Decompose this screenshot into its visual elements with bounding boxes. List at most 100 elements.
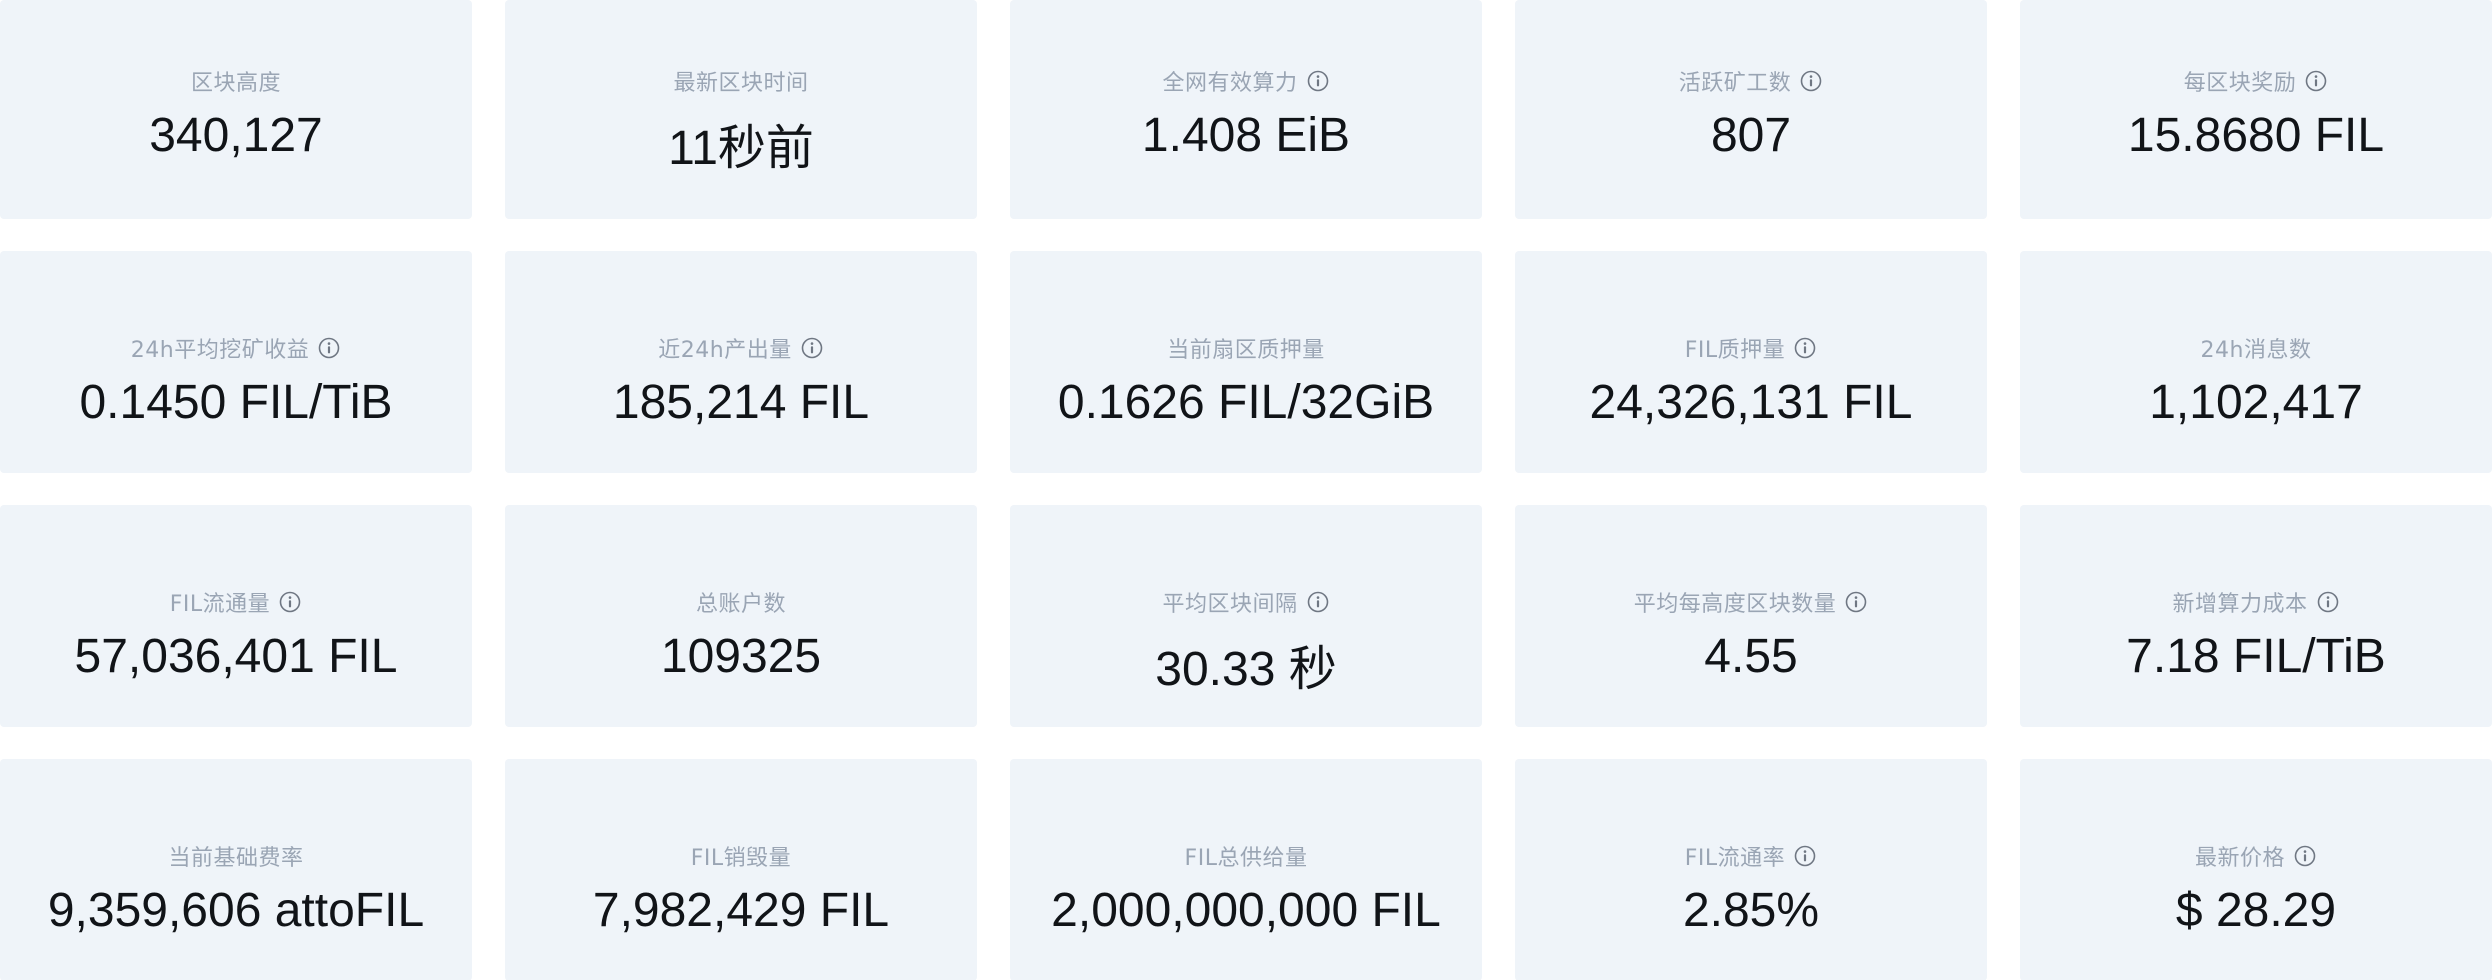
stat-label: FIL销毁量 — [690, 846, 792, 871]
stat-label-row: 新增算力成本 — [2172, 587, 2339, 617]
info-icon[interactable] — [1306, 590, 1330, 614]
stat-card-content: 近24h产出量 185,214 FIL — [613, 251, 869, 430]
info-icon[interactable] — [2304, 69, 2328, 93]
stat-card: 全网有效算力 1.408 EiB — [1010, 0, 1482, 219]
stat-value: 7,982,429 FIL — [592, 884, 890, 937]
stat-card: 活跃矿工数 807 — [1515, 0, 1987, 219]
info-icon[interactable] — [278, 590, 302, 614]
stat-label-row: 24h消息数 — [2201, 333, 2312, 363]
stat-label: FIL流通率 — [1684, 846, 1786, 871]
stat-value: $ 28.29 — [2175, 884, 2337, 937]
stat-value: 9,359,606 attoFIL — [47, 884, 425, 937]
stat-value: 109325 — [660, 630, 822, 683]
stat-card: 24h消息数 1,102,417 — [2020, 251, 2492, 473]
stat-label: 最新区块时间 — [673, 71, 809, 96]
stat-value: 2,000,000,000 FIL — [1051, 884, 1441, 937]
stat-label: FIL质押量 — [1684, 338, 1786, 363]
stat-card: 新增算力成本 7.18 FIL/TiB — [2020, 505, 2492, 727]
stat-value: 807 — [1710, 109, 1792, 162]
stat-label-row: 近24h产出量 — [658, 333, 823, 363]
stat-label: 每区块奖励 — [2183, 71, 2297, 96]
info-icon[interactable] — [1306, 69, 1330, 93]
stat-card-content: 区块高度 340,127 — [149, 0, 323, 163]
stat-label: 活跃矿工数 — [1678, 71, 1792, 96]
stat-card-content: FIL流通量 57,036,401 FIL — [74, 505, 398, 684]
stat-label: 24h消息数 — [2200, 338, 2312, 363]
stat-value: 340,127 — [149, 109, 323, 162]
stat-label-row: 24h平均挖矿收益 — [131, 333, 341, 363]
stat-value: 0.1626 FIL/32GiB — [1057, 376, 1435, 429]
stat-card-content: FIL销毁量 7,982,429 FIL — [593, 759, 889, 938]
stat-card-content: 最新价格 $ 28.29 — [2176, 759, 2336, 938]
stat-label: 当前基础费率 — [168, 846, 304, 871]
stat-label-row: 平均每高度区块数量 — [1634, 587, 1869, 617]
stat-label: 平均每高度区块数量 — [1633, 592, 1837, 617]
stat-label: 总账户数 — [695, 592, 786, 617]
stat-value: 57,036,401 FIL — [74, 630, 398, 683]
stat-label: 全网有效算力 — [1162, 71, 1298, 96]
stat-card: 24h平均挖矿收益 0.1450 FIL/TiB — [0, 251, 472, 473]
stat-card: 最新区块时间 11秒前 — [505, 0, 977, 219]
stat-card-content: 24h消息数 1,102,417 — [2149, 251, 2363, 430]
info-icon[interactable] — [1793, 336, 1817, 360]
stat-label: 24h平均挖矿收益 — [130, 338, 310, 363]
info-icon[interactable] — [800, 336, 824, 360]
stat-card: FIL流通量 57,036,401 FIL — [0, 505, 472, 727]
stat-card-content: FIL流通率 2.85% — [1683, 759, 1819, 938]
stat-label-row: 活跃矿工数 — [1679, 66, 1824, 96]
stat-label: 区块高度 — [190, 71, 281, 96]
stat-card-content: 活跃矿工数 807 — [1679, 0, 1824, 163]
info-icon[interactable] — [1799, 69, 1823, 93]
stat-card-content: 新增算力成本 7.18 FIL/TiB — [2126, 505, 2386, 684]
stat-label-row: 每区块奖励 — [2184, 66, 2329, 96]
stat-label-row: 全网有效算力 — [1162, 66, 1329, 96]
stat-label-row: 区块高度 — [191, 66, 281, 96]
stat-card: 当前基础费率 9,359,606 attoFIL — [0, 759, 472, 980]
stat-label: 最新价格 — [2194, 846, 2285, 871]
stat-label-row: FIL流通率 — [1685, 841, 1817, 871]
stat-card: 最新价格 $ 28.29 — [2020, 759, 2492, 980]
stat-label-row: 当前扇区质押量 — [1167, 333, 1325, 363]
stat-label-row: 最新价格 — [2195, 841, 2317, 871]
stat-card: 区块高度 340,127 — [0, 0, 472, 219]
stat-card-content: 当前扇区质押量 0.1626 FIL/32GiB — [1058, 251, 1434, 430]
stat-card: FIL总供给量 2,000,000,000 FIL — [1010, 759, 1482, 980]
stat-card: 平均每高度区块数量 4.55 — [1515, 505, 1987, 727]
stat-card: 总账户数 109325 — [505, 505, 977, 727]
stat-value: 11秒前 — [668, 122, 814, 175]
stat-label: 新增算力成本 — [2172, 592, 2308, 617]
stat-label-row: FIL总供给量 — [1185, 841, 1308, 871]
stat-card-content: 总账户数 109325 — [661, 505, 821, 684]
stat-label: 平均区块间隔 — [1162, 592, 1298, 617]
stat-value: 2.85% — [1682, 884, 1820, 937]
stat-label-row: FIL流通量 — [170, 587, 302, 617]
stat-card-content: 最新区块时间 11秒前 — [668, 0, 814, 178]
stat-card: FIL质押量 24,326,131 FIL — [1515, 251, 1987, 473]
info-icon[interactable] — [1793, 844, 1817, 868]
stat-label-row: FIL销毁量 — [691, 841, 791, 871]
stat-card: FIL销毁量 7,982,429 FIL — [505, 759, 977, 980]
info-icon[interactable] — [1844, 590, 1868, 614]
info-icon[interactable] — [2316, 590, 2340, 614]
stat-card-content: 平均区块间隔 30.33 秒 — [1155, 505, 1337, 699]
stat-value: 0.1450 FIL/TiB — [79, 376, 393, 429]
stat-card-content: 全网有效算力 1.408 EiB — [1142, 0, 1350, 163]
stat-card-content: FIL总供给量 2,000,000,000 FIL — [1051, 759, 1441, 938]
stat-label-row: 最新区块时间 — [673, 66, 808, 96]
stat-label-row: FIL质押量 — [1685, 333, 1817, 363]
stat-card: 当前扇区质押量 0.1626 FIL/32GiB — [1010, 251, 1482, 473]
stat-card-content: FIL质押量 24,326,131 FIL — [1589, 251, 1913, 430]
stat-label: 当前扇区质押量 — [1167, 338, 1325, 363]
stat-card: 平均区块间隔 30.33 秒 — [1010, 505, 1482, 727]
stat-card-content: 每区块奖励 15.8680 FIL — [2128, 0, 2384, 163]
stat-card-content: 平均每高度区块数量 4.55 — [1634, 505, 1869, 684]
stat-label: FIL流通量 — [169, 592, 271, 617]
stat-value: 7.18 FIL/TiB — [2126, 630, 2386, 683]
stat-value: 24,326,131 FIL — [1589, 376, 1913, 429]
info-icon[interactable] — [317, 336, 341, 360]
info-icon[interactable] — [2293, 844, 2317, 868]
stat-card: 每区块奖励 15.8680 FIL — [2020, 0, 2492, 219]
stat-value: 4.55 — [1704, 630, 1798, 683]
stat-card: FIL流通率 2.85% — [1515, 759, 1987, 980]
stat-card: 近24h产出量 185,214 FIL — [505, 251, 977, 473]
